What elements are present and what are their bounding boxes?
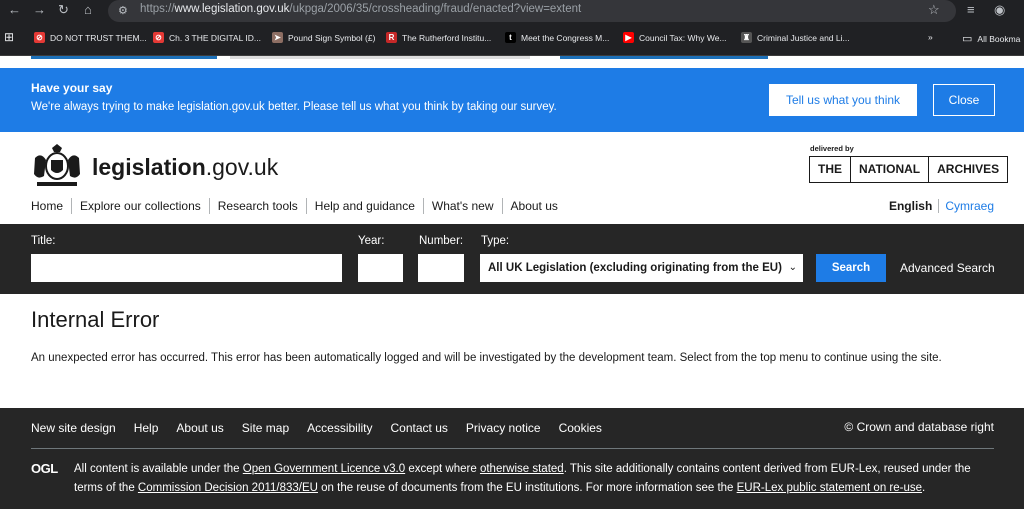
footer-link-about-us[interactable]: About us bbox=[176, 421, 223, 435]
type-label: Type: bbox=[481, 235, 510, 247]
eur-lex-statement-link[interactable]: EUR-Lex public statement on re-use bbox=[737, 482, 922, 494]
bookmark-item[interactable]: ▶ Council Tax: Why We... bbox=[623, 32, 727, 43]
footer-link-privacy-notice[interactable]: Privacy notice bbox=[466, 421, 541, 435]
type-select[interactable]: All UK Legislation (excluding originatin… bbox=[480, 254, 803, 282]
tell-us-button[interactable]: Tell us what you think bbox=[769, 84, 917, 116]
nav-home[interactable]: Home bbox=[31, 198, 71, 214]
nav-explore-collections[interactable]: Explore our collections bbox=[71, 198, 209, 214]
bookmark-item[interactable]: ♜ Criminal Justice and Li... bbox=[741, 32, 850, 43]
survey-title: Have your say bbox=[31, 81, 113, 95]
site-info-icon[interactable]: ⚙ bbox=[118, 4, 128, 17]
error-message: An unexpected error has occurred. This e… bbox=[31, 352, 942, 364]
apps-icon[interactable]: ⊞ bbox=[4, 30, 14, 44]
nav-about-us[interactable]: About us bbox=[501, 198, 566, 214]
footer-link-cookies[interactable]: Cookies bbox=[559, 421, 602, 435]
forward-icon[interactable]: → bbox=[33, 2, 46, 17]
close-button[interactable]: Close bbox=[933, 84, 995, 116]
reload-icon[interactable]: ↻ bbox=[58, 2, 69, 18]
page-title: Internal Error bbox=[31, 307, 160, 332]
no-entry-icon: ⊘ bbox=[153, 32, 164, 43]
lang-english: English bbox=[889, 199, 940, 213]
survey-banner: Have your say We're always trying to mak… bbox=[0, 68, 1024, 132]
footer-link-help[interactable]: Help bbox=[134, 421, 159, 435]
crest-icon: ♜ bbox=[741, 32, 752, 43]
bird-icon: ➤ bbox=[272, 32, 283, 43]
ogl-logo: OGL bbox=[31, 461, 58, 476]
footer-link-new-site-design[interactable]: New site design bbox=[31, 421, 116, 435]
otherwise-stated-link[interactable]: otherwise stated bbox=[480, 463, 564, 475]
footer-link-contact-us[interactable]: Contact us bbox=[391, 421, 448, 435]
footer: New site design Help About us Site map A… bbox=[0, 408, 1024, 509]
bookmarks-bar: ⊞ ⊘ DO NOT TRUST THEM... ⊘ Ch. 3 THE DIGIT… bbox=[0, 22, 1024, 56]
language-switch: English Cymraeg bbox=[889, 199, 994, 213]
t-logo-icon: t bbox=[505, 32, 516, 43]
number-input[interactable] bbox=[418, 254, 464, 282]
bookmark-item[interactable]: ➤ Pound Sign Symbol (£) bbox=[272, 32, 375, 43]
back-icon[interactable]: ← bbox=[8, 2, 21, 17]
folder-icon: ▭ bbox=[962, 33, 973, 45]
no-entry-icon: ⊘ bbox=[34, 32, 45, 43]
url-text[interactable]: https://www.legislation.gov.uk/ukpga/200… bbox=[140, 3, 581, 15]
year-input[interactable] bbox=[358, 254, 403, 282]
number-label: Number: bbox=[419, 235, 464, 247]
bookmark-item[interactable]: t Meet the Congress M... bbox=[505, 32, 609, 43]
licence-text: All content is available under the Open … bbox=[74, 463, 971, 494]
nav-help-guidance[interactable]: Help and guidance bbox=[305, 198, 423, 214]
national-archives-logo[interactable]: THE NATIONAL ARCHIVES bbox=[809, 156, 1009, 183]
bookmark-item[interactable]: ⊘ DO NOT TRUST THEM... bbox=[34, 32, 147, 43]
year-label: Year: bbox=[358, 235, 385, 247]
reading-list-icon[interactable]: ≡ bbox=[967, 2, 975, 17]
browser-toolbar: ← → ↻ ⌂ ⚙ https://www.legislation.gov.uk… bbox=[0, 0, 1024, 22]
copyright-text: © Crown and database right bbox=[844, 420, 994, 434]
search-bar: Title: Year: Number: Type: All UK Legisl… bbox=[0, 224, 1024, 294]
delivered-by-label: delivered by bbox=[810, 144, 854, 153]
more-bookmarks-icon[interactable]: » bbox=[928, 32, 933, 42]
youtube-icon: ▶ bbox=[623, 32, 634, 43]
all-bookmarks-folder[interactable]: ▭ All Bookma bbox=[962, 32, 1020, 45]
footer-link-accessibility[interactable]: Accessibility bbox=[307, 421, 372, 435]
footer-navigation: New site design Help About us Site map A… bbox=[31, 421, 620, 435]
lang-cymraeg[interactable]: Cymraeg bbox=[939, 199, 994, 213]
profile-icon[interactable]: ◉ bbox=[994, 2, 1005, 18]
home-icon[interactable]: ⌂ bbox=[84, 2, 92, 17]
survey-message: We're always trying to make legislation.… bbox=[31, 101, 557, 113]
r-logo-icon: R bbox=[386, 32, 397, 43]
bookmark-item[interactable]: ⊘ Ch. 3 THE DIGITAL ID... bbox=[153, 32, 261, 43]
chevron-down-icon: ⌄ bbox=[788, 262, 797, 273]
title-input[interactable] bbox=[31, 254, 342, 282]
advanced-search-link[interactable]: Advanced Search bbox=[900, 261, 995, 275]
ogl-licence-link[interactable]: Open Government Licence v3.0 bbox=[243, 463, 405, 475]
search-button[interactable]: Search bbox=[816, 254, 886, 282]
nav-whats-new[interactable]: What's new bbox=[422, 198, 502, 214]
title-label: Title: bbox=[31, 235, 56, 247]
site-title[interactable]: legislation.gov.uk bbox=[92, 154, 278, 181]
footer-divider bbox=[31, 448, 994, 449]
nav-research-tools[interactable]: Research tools bbox=[208, 198, 306, 214]
bookmark-star-icon[interactable]: ☆ bbox=[928, 2, 940, 18]
royal-coat-of-arms-logo[interactable] bbox=[31, 142, 83, 188]
footer-link-site-map[interactable]: Site map bbox=[242, 421, 289, 435]
commission-decision-link[interactable]: Commission Decision 2011/833/EU bbox=[138, 482, 318, 494]
bookmark-item[interactable]: R The Rutherford Institu... bbox=[386, 32, 491, 43]
page-top-strip bbox=[0, 56, 1024, 68]
main-navigation: Home Explore our collections Research to… bbox=[31, 198, 566, 214]
